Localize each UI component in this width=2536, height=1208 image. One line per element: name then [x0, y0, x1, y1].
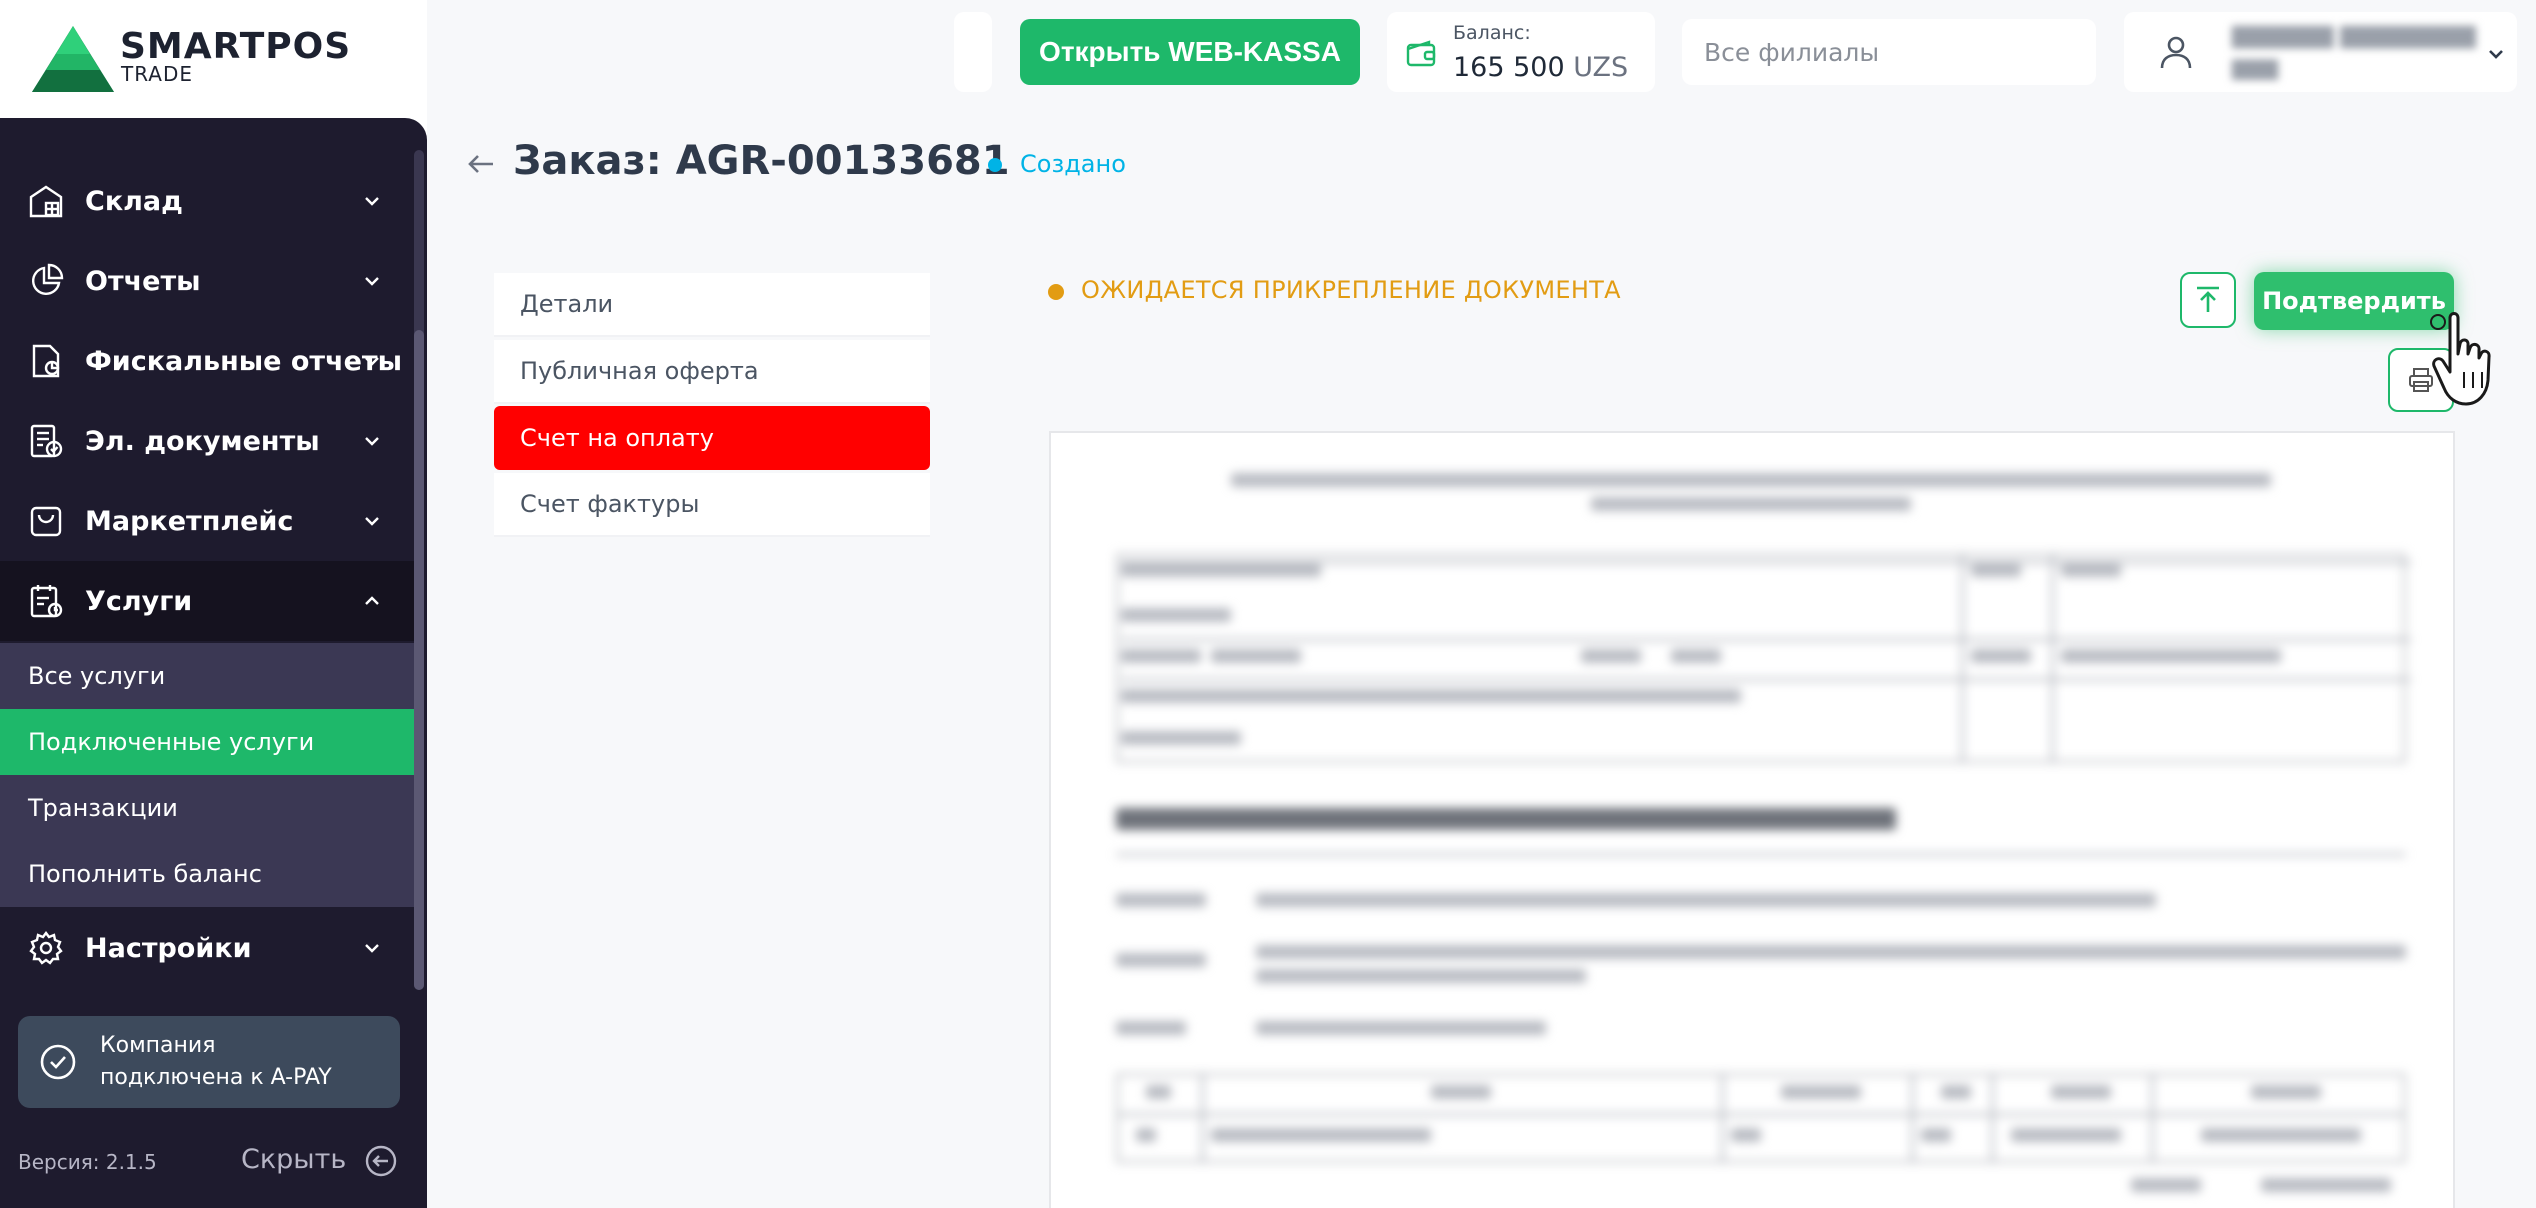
status-badge: Создано [1020, 150, 1126, 178]
sidebar-scrollbar-thumb[interactable] [414, 330, 424, 990]
invoice-document-blurred-content [1051, 433, 2453, 1208]
sidebar-item-label: Услуги [85, 585, 193, 617]
invoice-document-preview [1049, 431, 2455, 1208]
tab-payment-invoice[interactable]: Счет на оплату [494, 406, 930, 470]
user-role-redacted: ▇▇▇ [2232, 56, 2279, 80]
sidebar-item-label: Склад [85, 185, 183, 217]
sidebar-item-settings[interactable]: Настройки [0, 908, 414, 988]
chevron-up-icon [365, 596, 379, 605]
sidebar-subitem-transactions[interactable]: Транзакции [0, 775, 414, 841]
balance-amount: 165 500 [1453, 52, 1565, 83]
header-empty-slot [954, 12, 992, 92]
logo-area[interactable]: SMARTPOS TRADE [0, 0, 427, 118]
page-title: Заказ: AGR-00133681 [513, 138, 1010, 184]
sidebar-subitem-all-services[interactable]: Все услуги [0, 643, 414, 709]
app-version: Версия: 2.1.5 [18, 1150, 157, 1174]
sidebar-item-marketplace[interactable]: Маркетплейс [0, 481, 414, 561]
confirm-button[interactable]: Подтвердить [2254, 272, 2454, 330]
tab-details[interactable]: Детали [494, 273, 930, 337]
chevron-down-icon [365, 197, 379, 206]
apay-status-card: Компания подключена к A-PAY [18, 1016, 400, 1108]
collapse-arrow-icon[interactable] [364, 1144, 398, 1178]
sidebar-item-label: Маркетплейс [85, 505, 294, 537]
logo-icon [32, 26, 114, 92]
status-dot [988, 158, 1002, 172]
pending-notice: ОЖИДАЕТСЯ ПРИКРЕПЛЕНИЕ ДОКУМЕНТА [1081, 276, 1621, 304]
apay-status-line1: Компания [100, 1033, 216, 1058]
check-circle-icon [40, 1044, 76, 1080]
balance-currency: UZS [1573, 52, 1629, 83]
branch-select[interactable]: Все филиалы [1682, 19, 2096, 85]
user-name-redacted: ▇▇▇▇▇▇ ▇▇▇▇▇▇▇▇ [2232, 24, 2476, 49]
balance-label: Баланс: [1453, 22, 1531, 44]
hand-cursor-icon [2430, 312, 2491, 406]
sidebar-item-label: Эл. документы [85, 425, 320, 457]
warehouse-icon [27, 182, 65, 220]
open-webkassa-button[interactable]: Открыть WEB-KASSA [1020, 19, 1360, 85]
sidebar-item-services[interactable]: Услуги [0, 561, 414, 641]
services-icon [27, 582, 65, 620]
logo-subtitle: TRADE [121, 62, 194, 86]
chevron-down-icon [365, 357, 379, 366]
e-documents-icon [27, 422, 65, 460]
sidebar-subitem-label: Все услуги [28, 662, 166, 690]
balance-widget: Баланс: 165 500 UZS [1387, 12, 1655, 92]
wallet-icon [1406, 40, 1436, 67]
pending-status-dot [1048, 284, 1064, 300]
logo-title: SMARTPOS [120, 26, 352, 67]
sidebar-subitem-label: Пополнить баланс [28, 860, 262, 888]
sidebar-item-warehouse[interactable]: Склад [0, 161, 414, 241]
tab-public-offer[interactable]: Публичная оферта [494, 340, 930, 404]
user-menu[interactable]: ▇▇▇▇▇▇ ▇▇▇▇▇▇▇▇ ▇▇▇ [2124, 12, 2517, 92]
apay-status-line2: подключена к A-PAY [100, 1065, 332, 1090]
hide-sidebar-button[interactable]: Скрыть [241, 1144, 346, 1175]
sidebar: SMARTPOS TRADE Склад Отчеты Фискальные о… [0, 0, 427, 1208]
chevron-down-icon [2489, 50, 2503, 59]
tab-invoice[interactable]: Счет фактуры [494, 473, 930, 537]
shopping-bag-icon [27, 502, 65, 540]
upload-document-button[interactable] [2180, 272, 2236, 328]
sidebar-item-fiscal-reports[interactable]: Фискальные отчеты [0, 321, 414, 401]
sidebar-item-label: Настройки [85, 932, 252, 964]
chevron-down-icon [365, 517, 379, 526]
pie-chart-icon [27, 262, 65, 300]
sidebar-subitem-top-up-balance[interactable]: Пополнить баланс [0, 841, 414, 907]
gear-icon [27, 929, 65, 967]
chevron-down-icon [365, 277, 379, 286]
sidebar-subitem-label: Транзакции [28, 794, 178, 822]
sidebar-subitem-connected-services[interactable]: Подключенные услуги [0, 709, 414, 775]
fiscal-report-icon [27, 342, 65, 380]
chevron-down-icon [365, 437, 379, 446]
balance-value: 165 500 UZS [1453, 52, 1628, 83]
upload-icon [2197, 286, 2219, 312]
sidebar-item-reports[interactable]: Отчеты [0, 241, 414, 321]
sidebar-item-label: Фискальные отчеты [85, 345, 402, 377]
sidebar-item-e-documents[interactable]: Эл. документы [0, 401, 414, 481]
chevron-down-icon [365, 944, 379, 953]
sidebar-subitem-label: Подключенные услуги [28, 728, 315, 756]
sidebar-item-label: Отчеты [85, 265, 201, 297]
back-arrow-icon[interactable] [465, 148, 497, 180]
apay-status-text: Компания подключена к A-PAY [100, 1030, 380, 1094]
user-icon [2160, 36, 2192, 69]
